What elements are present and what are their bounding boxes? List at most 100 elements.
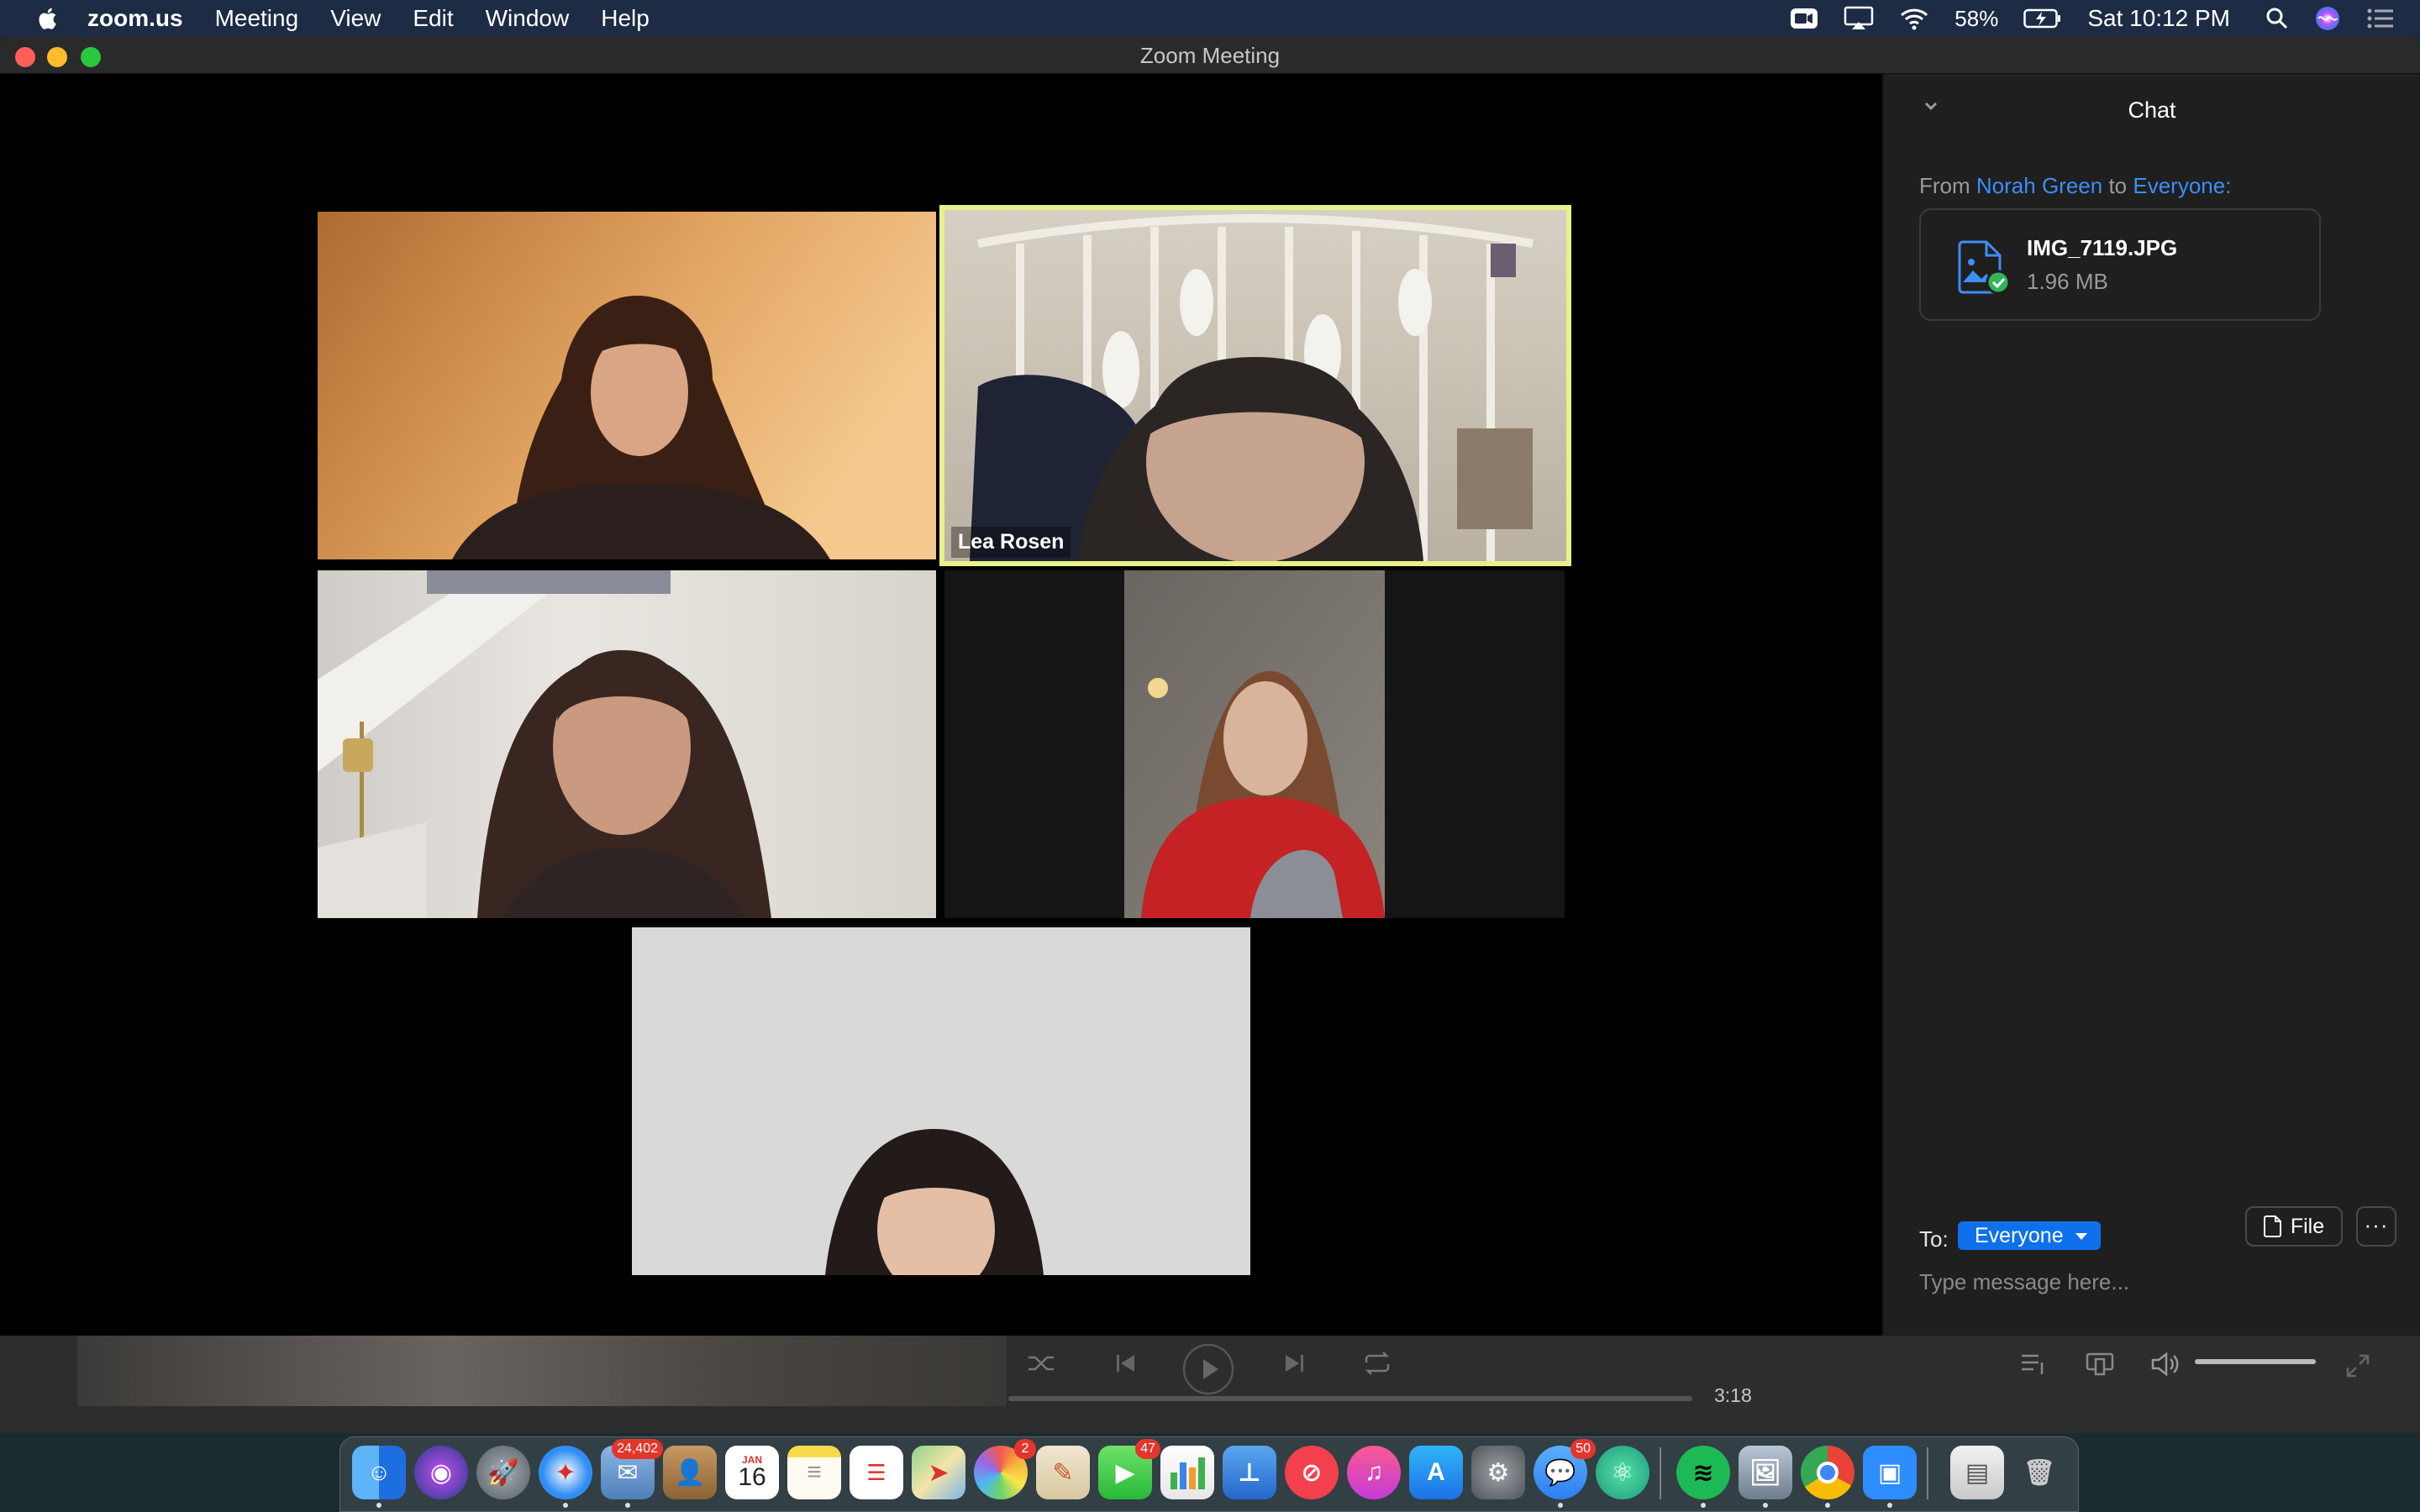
participant-video-feed [318,212,936,559]
more-options-button[interactable]: ··· [2356,1206,2396,1247]
playback-time: 3:18 [1714,1384,1752,1406]
menu-help[interactable]: Help [601,5,650,32]
reminders-icon[interactable]: ☰ [850,1446,903,1499]
repeat-icon[interactable] [1363,1351,1392,1376]
dock-separator [1660,1447,1661,1499]
participant-video-feed [944,570,1565,918]
wifi-icon[interactable] [1899,7,1929,30]
to-label: To: [1919,1226,1949,1252]
participant-video-feed [318,570,936,918]
chat-title: Chat [2128,97,2176,123]
file-button-label: File [2290,1214,2325,1238]
photos-icon[interactable]: 2 [974,1439,1036,1499]
dock-separator [1927,1447,1928,1499]
siri-icon[interactable] [2314,5,2341,32]
caret-down-icon [2075,1233,2087,1240]
participant-video-tile[interactable] [318,570,936,918]
menu-edit[interactable]: Edit [413,5,453,32]
messages-icon[interactable]: 💬 50 [1534,1439,1596,1508]
file-size: 1.96 MB [2027,269,2108,294]
zoom-app-icon[interactable]: ▣ [1863,1446,1917,1508]
file-attachment-card[interactable]: IMG_7119.JPG 1.96 MB [1919,208,2321,321]
facetime-icon[interactable]: ▶ 47 [1098,1439,1160,1499]
messages-badge: 50 [1570,1439,1596,1459]
participant-video-feed [944,210,1566,561]
recipient-dropdown-value: Everyone [1975,1224,2064,1247]
file-name: IMG_7119.JPG [2027,235,2178,260]
queue-list-icon[interactable] [2020,1352,2047,1376]
menu-meeting[interactable]: Meeting [215,5,299,32]
playback-progress-bar[interactable] [1008,1396,1692,1401]
image-capture-icon[interactable]: 🖼 [1739,1446,1792,1508]
menu-bar-clock[interactable]: Sat 10:12 PM [2087,5,2230,32]
chat-recipient[interactable]: Everyone: [2133,173,2231,198]
dock: ☺ ◉ 🚀 ✦ ✉ 24,402 👤 JAN 16 ≡ ☰ ➤ 2 ✎ ▶ 47 ⊥ … [339,1436,2079,1512]
app-store-icon[interactable]: A [1409,1446,1463,1499]
menu-bar: zoom.us Meeting View Edit Window Help 58… [0,0,2420,37]
zoom-status-icon[interactable] [1790,6,1818,31]
running-indicator [1887,1503,1892,1508]
photos-badge: 2 [1014,1439,1036,1459]
trash-icon[interactable]: 🗑 [2012,1446,2066,1499]
contacts-icon[interactable]: 👤 [663,1446,717,1499]
battery-percentage: 58% [1954,5,1999,31]
participant-video-tile-active-speaker[interactable]: Lea Rosen [939,205,1571,566]
window-titlebar[interactable]: Zoom Meeting [0,37,2420,74]
participant-video-tile[interactable] [632,927,1250,1275]
chat-message-input[interactable] [1919,1265,2390,1299]
bar-chart-icon [1171,1457,1205,1489]
participant-video-tile[interactable] [318,212,936,559]
music-player-window: 3:18 [0,1336,2420,1433]
expand-icon[interactable] [2346,1354,2370,1378]
volume-icon[interactable] [2151,1352,2181,1376]
running-indicator [563,1503,568,1508]
spotlight-search-icon[interactable] [2265,7,2289,30]
shuffle-icon[interactable] [1027,1351,1055,1376]
news-icon[interactable]: ⊘ [1285,1446,1339,1499]
finder-icon[interactable]: ☺ [352,1446,406,1508]
menu-bar-status-area: 58% Sat 10:12 PM [1790,0,2420,37]
keynote-icon[interactable]: ⊥ [1223,1446,1276,1499]
menu-app-name[interactable]: zoom.us [87,5,183,32]
atom-icon[interactable]: ⚛ [1596,1446,1649,1499]
chat-panel: Chat From Norah Green to Everyone: IMG_7… [1882,74,2420,1336]
send-file-button[interactable]: File [2245,1206,2343,1247]
siri-icon[interactable]: ◉ [414,1446,468,1499]
running-indicator [376,1503,381,1508]
maps-icon[interactable]: ➤ [912,1446,965,1499]
chat-message-header: From Norah Green to Everyone: [1919,173,2231,199]
participant-video-feed [632,927,1250,1275]
notification-center-icon[interactable] [2366,8,2395,29]
participant-name-label: Lea Rosen [951,527,1071,558]
volume-slider[interactable] [2195,1359,2316,1364]
downloads-stack-icon[interactable]: ▤ [1950,1446,2004,1499]
document-icon [2263,1215,2281,1237]
album-artwork [77,1336,1007,1406]
calendar-icon[interactable]: JAN 16 [725,1446,779,1499]
airplay-icon[interactable] [1844,6,1874,31]
spotify-icon[interactable]: ≋ [1676,1446,1730,1508]
itunes-icon[interactable]: ♫ [1347,1446,1401,1499]
video-gallery: Lea Rosen [0,74,1882,1336]
recipient-dropdown[interactable]: Everyone [1958,1221,2101,1250]
notes-icon[interactable]: ≡ [787,1446,841,1499]
zoom-meeting-window: Zoom Meeting Lea Rosen Chat From Norah G… [0,37,2420,1336]
airplay-speakers-icon[interactable] [2086,1352,2114,1376]
chrome-icon[interactable] [1801,1446,1854,1508]
apple-icon[interactable] [37,7,57,30]
menu-view[interactable]: View [330,5,381,32]
preview-icon[interactable]: ✎ [1036,1446,1090,1499]
launchpad-icon[interactable]: 🚀 [476,1446,530,1499]
safari-icon[interactable]: ✦ [539,1446,592,1508]
menu-window[interactable]: Window [486,5,570,32]
system-preferences-icon[interactable]: ⚙ [1471,1446,1525,1499]
battery-icon[interactable] [2023,8,2062,29]
mail-icon[interactable]: ✉ 24,402 [601,1439,663,1508]
next-track-icon[interactable] [1282,1351,1306,1376]
numbers-icon[interactable] [1160,1446,1214,1499]
play-icon[interactable] [1181,1342,1235,1396]
chat-sender-name[interactable]: Norah Green [1976,173,2102,198]
running-indicator [625,1503,630,1508]
participant-video-tile[interactable] [944,570,1565,918]
previous-track-icon[interactable] [1114,1351,1138,1376]
